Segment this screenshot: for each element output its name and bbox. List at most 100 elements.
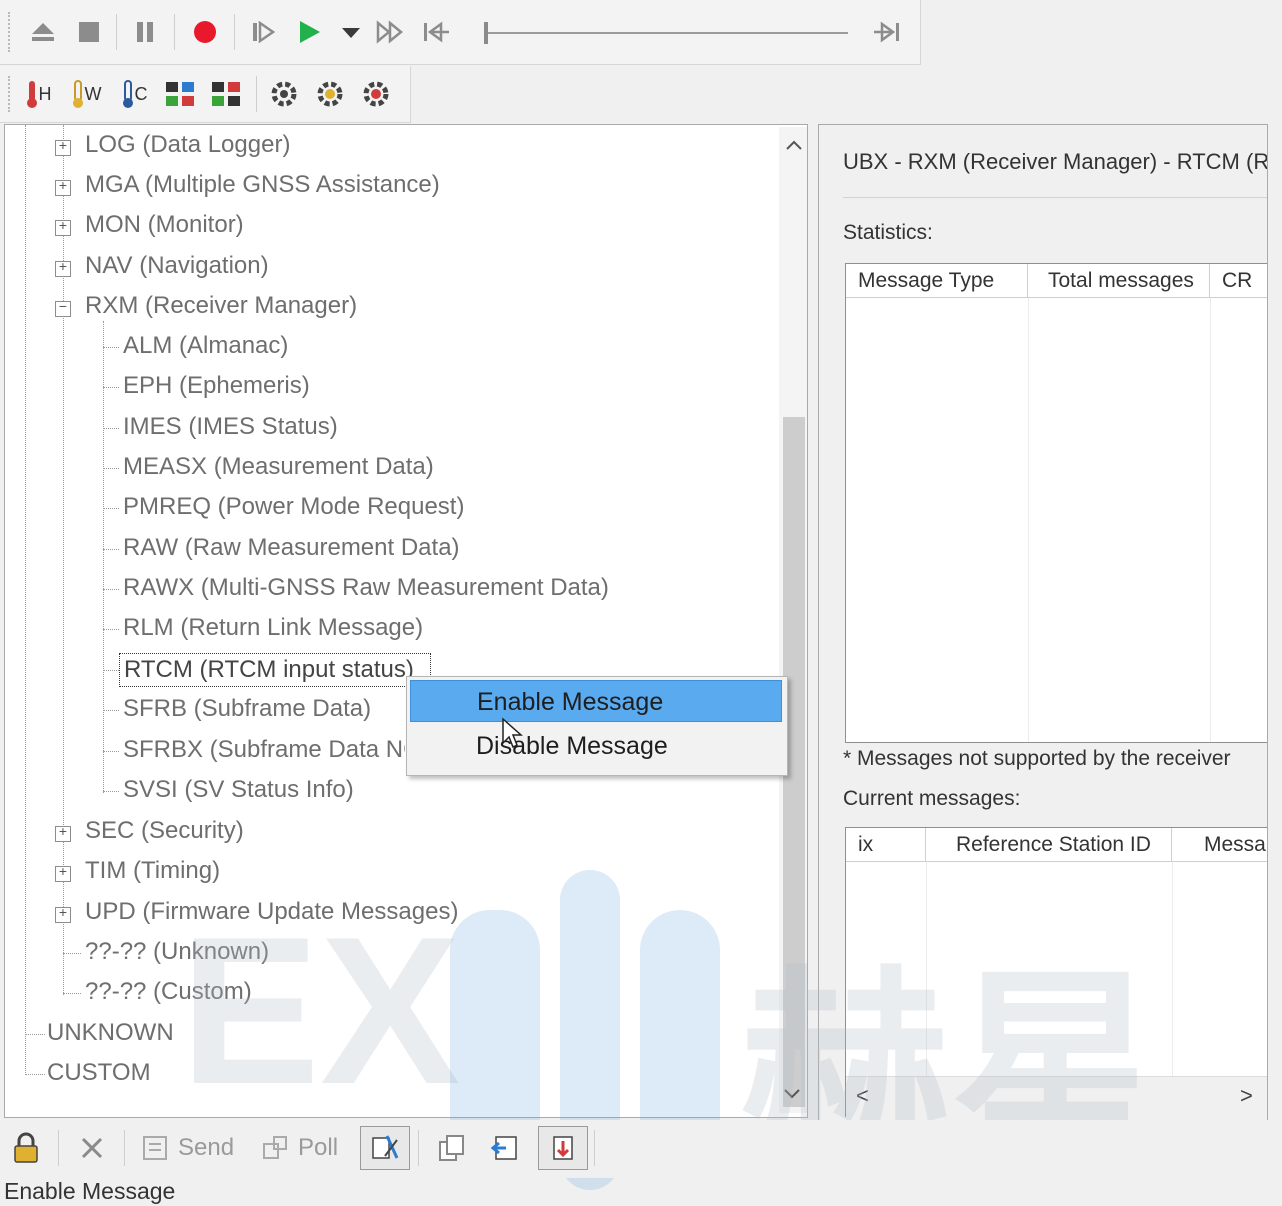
tree-branch	[103, 508, 119, 509]
fast-forward-icon[interactable]	[374, 16, 406, 48]
toolbar-separator	[418, 1130, 419, 1166]
skip-to-start-icon[interactable]	[420, 16, 452, 48]
play-icon[interactable]	[294, 16, 324, 48]
lock-icon[interactable]	[6, 1128, 46, 1168]
auto-poll-icon[interactable]	[360, 1126, 410, 1170]
save-icon[interactable]	[538, 1126, 588, 1170]
tree-node-eph[interactable]: EPH (Ephemeris)	[123, 372, 310, 400]
mouse-cursor-icon	[501, 717, 523, 754]
tree-branch	[103, 710, 119, 711]
tree-node-rawx[interactable]: RAWX (Multi-GNSS Raw Measurement Data)	[123, 574, 609, 602]
column-header-cr[interactable]: CR	[1210, 264, 1267, 298]
column-header-total-messages[interactable]: Total messages	[1028, 264, 1210, 298]
settings-gear-2-icon[interactable]	[312, 76, 348, 112]
tree-node-custom[interactable]: CUSTOM	[47, 1059, 151, 1087]
tree-node-raw[interactable]: RAW (Raw Measurement Data)	[123, 534, 460, 562]
enable-message-menu-item[interactable]: Enable Message	[410, 680, 782, 722]
expand-toggle[interactable]: +	[55, 220, 71, 236]
toolbar-grip[interactable]	[8, 76, 14, 112]
copy-icon[interactable]	[430, 1128, 472, 1168]
skip-to-end-icon[interactable]	[870, 16, 904, 48]
record-icon[interactable]	[190, 16, 220, 48]
tree-branch	[25, 1034, 45, 1035]
hot-start-icon[interactable]: H	[20, 76, 56, 112]
poll-button[interactable]: Poll	[258, 1128, 348, 1168]
dropdown-icon[interactable]	[338, 18, 364, 48]
expand-toggle[interactable]: +	[55, 907, 71, 923]
tree-node-pmreq[interactable]: PMREQ (Power Mode Request)	[123, 493, 464, 521]
tree-branch	[25, 1074, 45, 1075]
tree-node-unknown[interactable]: UNKNOWN	[47, 1019, 174, 1047]
tree-node-mon[interactable]: MON (Monitor)	[85, 211, 244, 239]
tree-node-sec[interactable]: SEC (Security)	[85, 817, 244, 845]
tree-node-nav[interactable]: NAV (Navigation)	[85, 252, 269, 280]
status-bar-text: Enable Message	[4, 1178, 176, 1204]
column-header-ix[interactable]: ix	[846, 828, 926, 862]
tree-node-sfrb[interactable]: SFRB (Subframe Data)	[123, 695, 371, 723]
tree-node-alm[interactable]: ALM (Almanac)	[123, 332, 288, 360]
tree-branch	[103, 589, 119, 590]
settings-gear-red-icon[interactable]	[358, 76, 394, 112]
slider-thumb[interactable]	[484, 22, 488, 44]
expand-toggle[interactable]: +	[55, 140, 71, 156]
tree-node-rxm[interactable]: RXM (Receiver Manager)	[85, 292, 357, 320]
tree-node-imes[interactable]: IMES (IMES Status)	[123, 413, 338, 441]
tree-node-measx[interactable]: MEASX (Measurement Data)	[123, 453, 434, 481]
tree-node-rtcm-selected[interactable]: RTCM (RTCM input status)	[119, 653, 431, 687]
gnss-config-icon[interactable]	[162, 76, 198, 112]
poll-icon	[258, 1132, 294, 1164]
warm-start-icon[interactable]: W	[66, 76, 106, 112]
tree-guide-line	[25, 125, 26, 1075]
collapse-toggle[interactable]: −	[55, 301, 71, 317]
tree-branch	[103, 670, 119, 671]
toolbar-separator	[174, 14, 175, 50]
tree-branch	[63, 993, 81, 994]
toolbar-separator	[234, 14, 235, 50]
tree-branch	[103, 347, 119, 348]
toolbar-separator	[594, 1130, 595, 1166]
gnss-config-2-icon[interactable]	[208, 76, 244, 112]
send-label: Send	[178, 1134, 235, 1161]
column-header-reference-station-id[interactable]: Reference Station ID	[926, 828, 1172, 862]
tree-node-svsi[interactable]: SVSI (SV Status Info)	[123, 776, 354, 804]
statistics-label: Statistics:	[843, 221, 933, 244]
send-icon	[138, 1132, 174, 1164]
scroll-right-icon[interactable]: >	[1240, 1083, 1253, 1109]
stop-icon[interactable]	[74, 16, 104, 48]
hot-start-label: H	[38, 83, 52, 104]
tree-node-rlm[interactable]: RLM (Return Link Message)	[123, 614, 423, 642]
cold-start-icon[interactable]: C	[114, 76, 154, 112]
statistics-table[interactable]: Message Type Total messages CR	[845, 263, 1267, 743]
tree-node-mga[interactable]: MGA (Multiple GNSS Assistance)	[85, 171, 440, 199]
disable-message-menu-item[interactable]: Disable Message	[410, 725, 782, 767]
expand-toggle[interactable]: +	[55, 866, 71, 882]
panel-title: UBX - RXM (Receiver Manager) - RTCM (R	[843, 149, 1268, 174]
playback-slider[interactable]	[480, 20, 850, 46]
receiver-toolbar: H W C	[0, 66, 411, 123]
tree-node-log[interactable]: LOG (Data Logger)	[85, 131, 290, 159]
poll-label: Poll	[298, 1134, 339, 1161]
delete-icon[interactable]	[72, 1128, 112, 1168]
column-header-message-type[interactable]: Message Type	[846, 264, 1028, 298]
message-toolbar: Send Poll	[0, 1120, 1282, 1178]
load-icon[interactable]	[484, 1128, 526, 1168]
expand-toggle[interactable]: +	[55, 180, 71, 196]
tree-branch	[103, 428, 119, 429]
warm-start-label: W	[84, 83, 102, 104]
pause-icon[interactable]	[130, 16, 160, 48]
tree-branch	[103, 549, 119, 550]
column-header-message[interactable]: Messa	[1172, 828, 1267, 862]
expand-toggle[interactable]: +	[55, 261, 71, 277]
column-divider	[1028, 298, 1029, 742]
watermark-text: EX	[180, 893, 461, 1128]
tree-guide-line	[103, 321, 104, 793]
tree-node-sfrbx[interactable]: SFRBX (Subframe Data NG)	[123, 736, 405, 764]
toolbar-grip[interactable]	[8, 12, 14, 52]
expand-toggle[interactable]: +	[55, 826, 71, 842]
settings-gear-icon[interactable]	[266, 76, 302, 112]
send-button[interactable]: Send	[138, 1128, 242, 1168]
tree-node-tim[interactable]: TIM (Timing)	[85, 857, 220, 885]
eject-icon[interactable]	[28, 16, 58, 48]
scroll-up-icon[interactable]	[783, 135, 805, 155]
step-forward-icon[interactable]	[248, 16, 278, 48]
